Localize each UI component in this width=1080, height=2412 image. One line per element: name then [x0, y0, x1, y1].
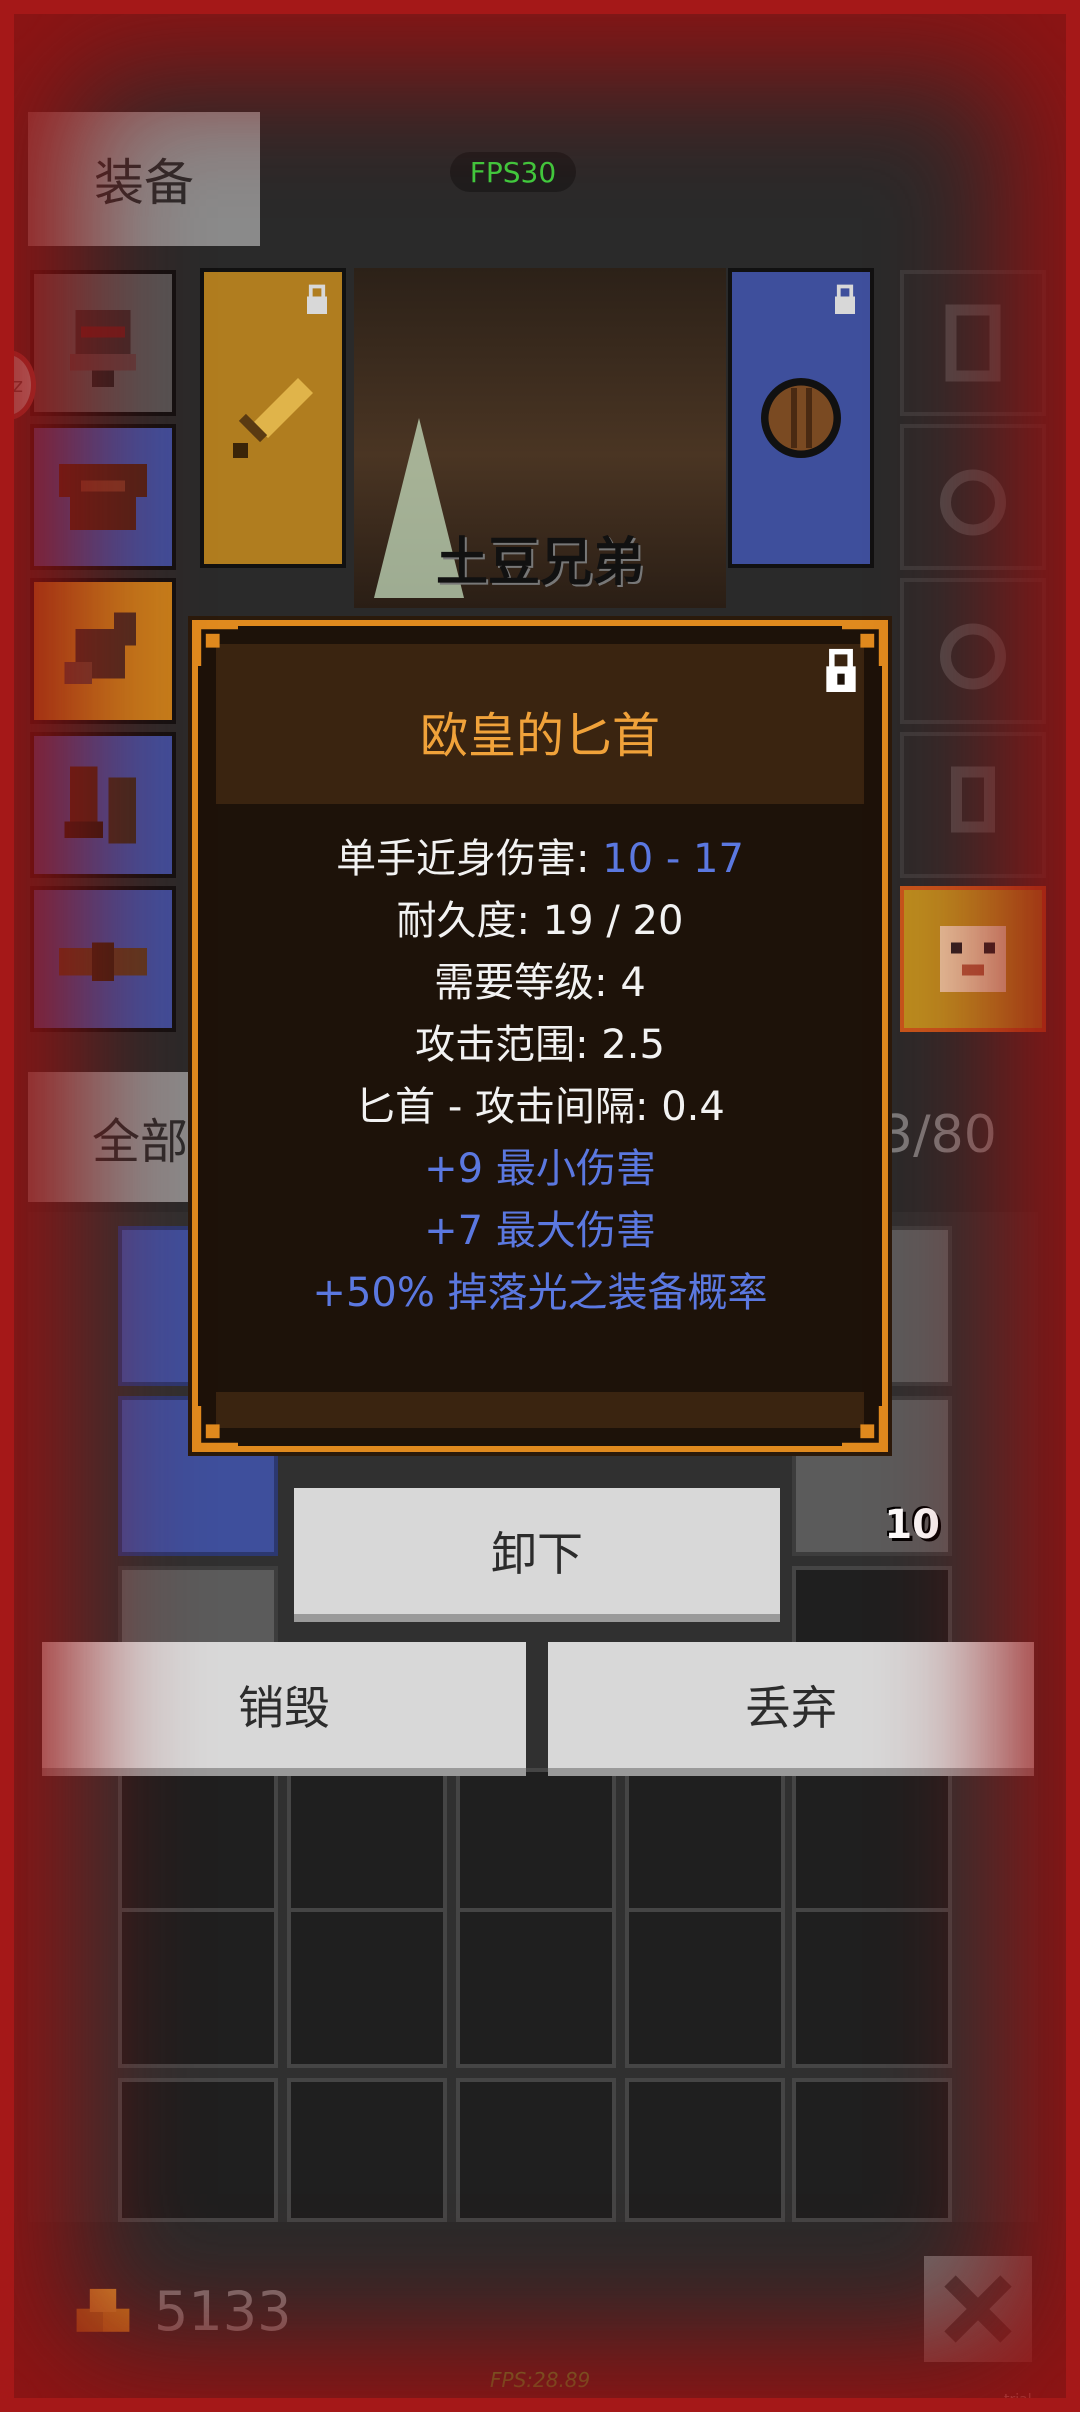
gold-amount: 5133 — [154, 2280, 292, 2343]
stack-count: 10 — [884, 1502, 940, 1548]
inventory-cell[interactable] — [792, 1768, 952, 1928]
helmet-slot[interactable] — [30, 270, 176, 416]
helmet-icon — [70, 310, 136, 387]
drop-button[interactable]: 丢弃 — [548, 1642, 1034, 1776]
boots-slot[interactable] — [30, 732, 176, 878]
bonus-max-damage: +7 最大伤害 — [424, 1208, 656, 1254]
stat-range: 攻击范围: 2.5 — [415, 1022, 665, 1068]
inventory-cell[interactable] — [625, 1768, 785, 1928]
stat-damage: 单手近身伤害: 10 - 17 — [198, 826, 882, 884]
inventory-cell[interactable] — [792, 1908, 952, 2068]
trial-watermark: trial version — [1004, 2392, 1055, 2412]
inventory-cell[interactable] — [287, 2078, 447, 2222]
inventory-cell[interactable] — [118, 1768, 278, 1928]
inventory-cell[interactable] — [287, 1908, 447, 2068]
charm-slot[interactable] — [900, 732, 1046, 878]
close-icon — [944, 2275, 1012, 2343]
armor-slot[interactable] — [30, 424, 176, 570]
belt-slot[interactable] — [30, 886, 176, 1032]
amulet-slot-icon — [945, 304, 1001, 382]
item-tooltip: 欧皇的匕首 单手近身伤害: 10 - 17 耐久度: 19 / 20 需要等级:… — [192, 620, 888, 1452]
lock-icon — [835, 284, 855, 314]
stat-level: 需要等级: 4 — [434, 960, 646, 1006]
amulet-slot[interactable] — [900, 270, 1046, 416]
weapon-slot[interactable] — [200, 268, 346, 568]
corner-ornament-icon — [842, 1406, 888, 1452]
inventory-cell[interactable] — [625, 1908, 785, 2068]
corner-ornament-icon — [192, 1406, 238, 1452]
shield-icon — [761, 378, 841, 458]
gold-coins-icon — [76, 2288, 130, 2332]
glove-icon — [64, 612, 136, 684]
boots-icon — [64, 766, 136, 844]
inventory-cell[interactable] — [792, 2078, 952, 2222]
bonus-drop-chance: +50% 掉落光之装备概率 — [312, 1270, 768, 1316]
glove-slot[interactable] — [30, 578, 176, 724]
bonus-min-damage: +9 最小伤害 — [424, 1146, 656, 1192]
ring-slot-1[interactable] — [900, 424, 1046, 570]
charm-slot-icon — [951, 766, 995, 833]
ring-slot-2[interactable] — [900, 578, 1046, 724]
inventory-cell[interactable] — [456, 1768, 616, 1928]
item-title: 欧皇的匕首 — [419, 708, 660, 764]
inventory-count: 3/80 — [880, 1105, 997, 1165]
inventory-cell[interactable] — [456, 2078, 616, 2222]
lock-icon[interactable] — [822, 648, 860, 692]
unequip-button[interactable]: 卸下 — [294, 1488, 780, 1622]
equip-tab[interactable]: 装备 — [28, 112, 260, 246]
pet-slot[interactable] — [900, 886, 1046, 1032]
fps-badge: FPS30 — [450, 152, 576, 192]
stat-interval: 匕首 - 攻击间隔: 0.4 — [355, 1084, 725, 1130]
corner-ornament-icon — [192, 620, 238, 666]
ring-slot-icon — [940, 623, 1006, 690]
destroy-button[interactable]: 销毁 — [42, 1642, 526, 1776]
armor-icon — [59, 464, 147, 530]
inventory-cell[interactable] — [287, 1768, 447, 1928]
close-button[interactable] — [924, 2256, 1032, 2362]
character-name: 土豆兄弟 — [435, 533, 644, 593]
stat-durability: 耐久度: 19 / 20 — [396, 898, 684, 944]
inventory-cell[interactable] — [456, 1908, 616, 2068]
stat-label: 单手近身伤害: — [336, 836, 603, 882]
shield-slot[interactable] — [728, 268, 874, 568]
inventory-cell[interactable] — [625, 2078, 785, 2222]
tooltip-footer — [216, 1392, 864, 1428]
lock-icon — [307, 284, 327, 314]
fps-counter: FPS:28.89 — [490, 2368, 591, 2392]
inventory-cell[interactable] — [118, 2078, 278, 2222]
inventory-cell[interactable] — [118, 1908, 278, 2068]
belt-icon — [59, 942, 147, 981]
ring-slot-icon — [940, 469, 1006, 536]
stat-value: 10 - 17 — [602, 836, 744, 882]
pet-icon — [940, 926, 1006, 992]
dagger-icon — [233, 378, 313, 458]
